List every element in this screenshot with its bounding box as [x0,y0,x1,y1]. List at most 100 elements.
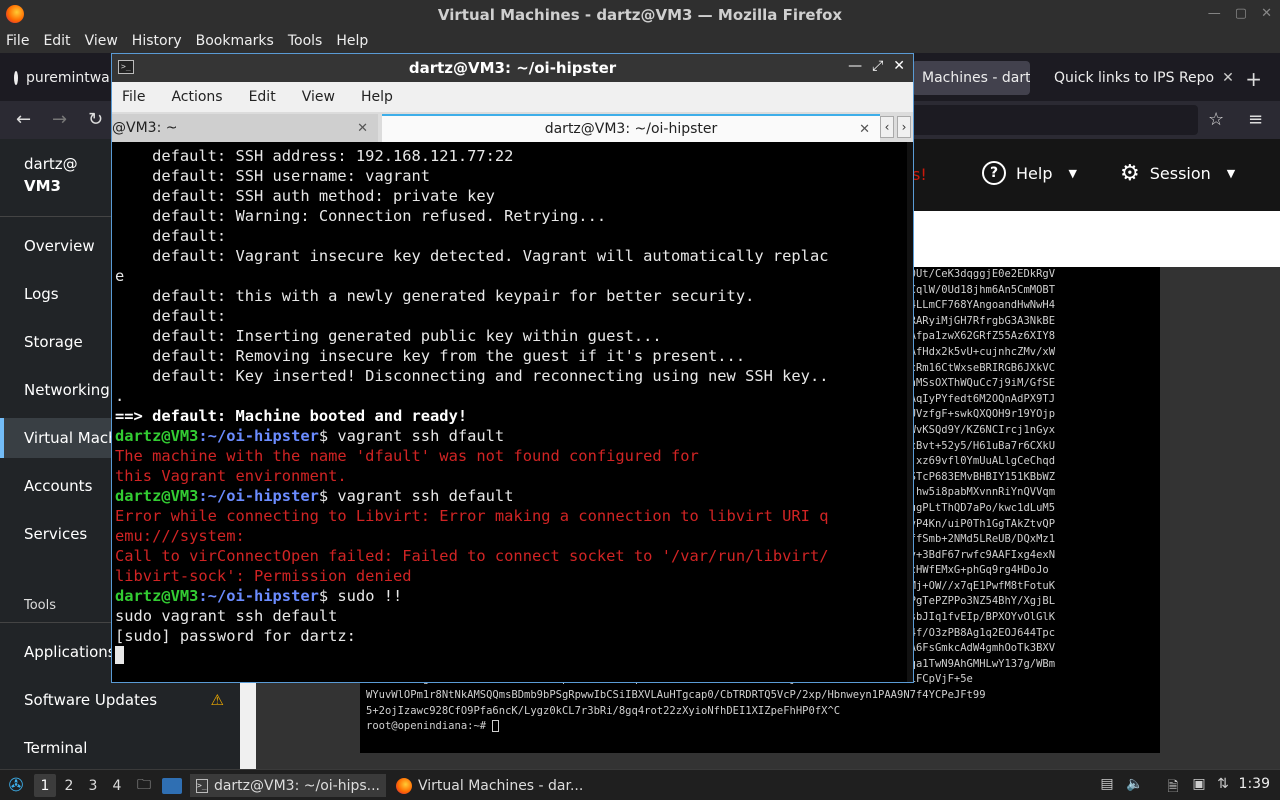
taskbar-window-terminal[interactable]: >_ dartz@VM3: ~/oi-hips... [190,774,386,797]
terminal-scrollbar[interactable] [907,142,913,682]
session-menu-button[interactable]: ⚙ Session ▼ [1120,161,1235,186]
terminal-tabbar: @VM3: ~ ✕ dartz@VM3: ~/oi-hipster ✕ ‹ › [112,112,913,142]
terminal-line: default: this with a newly generated key… [115,287,755,305]
tab-close-icon[interactable]: ✕ [1222,70,1232,86]
terminal-line: default: Vagrant insecure key detected. … [115,247,829,265]
tab-puremintwa[interactable]: puremintwa [4,61,112,95]
terminal-line-booted: ==> default: Machine booted and ready! [115,407,468,425]
menu-edit[interactable]: Edit [249,89,276,105]
screenshot-icon[interactable]: ▣ [1190,776,1208,794]
bookmark-star-icon[interactable]: ☆ [1208,109,1224,130]
tab-virtual-machines[interactable]: Machines - dart ✕ [912,61,1030,95]
sidebar-item-label: Software Updates [24,691,158,709]
volume-icon[interactable]: 🔈 [1126,776,1144,794]
maximize-icon[interactable]: ▢ [1235,6,1247,21]
menu-help[interactable]: Help [336,33,368,49]
prompt-path: :~/oi-hipster [198,427,319,445]
help-menu-button[interactable]: ? Help ▼ [982,161,1077,185]
terminal-titlebar[interactable]: >_ dartz@VM3: ~/oi-hipster — ⤢ ✕ [112,54,913,82]
menu-help[interactable]: Help [361,89,393,105]
network-icon[interactable]: ⇅ [1214,776,1232,794]
terminal-line: e [115,267,125,285]
caret-down-icon: ▼ [1226,167,1236,180]
caret-down-icon: ▼ [1068,166,1077,180]
tab-close-icon[interactable]: ✕ [859,122,870,137]
warning-icon: ⚠ [210,691,224,709]
taskbar: ✇ 1 2 3 4 🗀 >_ dartz@VM3: ~/oi-hips... V… [0,769,1280,800]
vm-console-prompt: root@openindiana:~# [366,719,1154,735]
minimize-icon[interactable]: — [848,58,862,74]
firefox-menubar: File Edit View History Bookmarks Tools H… [0,29,1280,53]
tab-close-icon[interactable]: ✕ [357,121,368,136]
back-icon[interactable]: ← [16,109,31,130]
github-icon [14,71,18,85]
minimize-icon[interactable]: — [1208,6,1221,21]
menu-view[interactable]: View [302,89,335,105]
workspace-1[interactable]: 1 [34,774,56,797]
sidebar-item-label: Virtual Mach [24,429,118,447]
close-icon[interactable]: ✕ [1261,6,1272,21]
terminal-input-line [115,646,910,666]
terminal-line: default: [115,227,227,245]
workspace-2[interactable]: 2 [58,774,80,797]
menu-file[interactable]: File [122,89,145,105]
help-icon: ? [982,161,1006,185]
header-warning-text: s! [912,165,927,184]
menu-file[interactable]: File [6,33,29,49]
terminal-window: >_ dartz@VM3: ~/oi-hipster — ⤢ ✕ File Ac… [111,53,914,683]
vm-console-cursor [492,720,500,733]
menu-actions[interactable]: Actions [171,89,222,105]
terminal-app-icon: >_ [196,778,208,793]
terminal-command-line: dartz@VM3:~/oi-hipster$ sudo !! [115,586,910,606]
terminal-tab-oi-hipster[interactable]: dartz@VM3: ~/oi-hipster ✕ [382,114,880,142]
menu-edit[interactable]: Edit [43,33,70,49]
host-name[interactable]: VM3 [24,177,61,195]
close-icon[interactable]: ✕ [893,58,905,74]
sidebar-item-label: Logs [24,285,59,303]
command-text: $ sudo !! [318,587,403,605]
maximize-icon[interactable]: ⤢ [872,58,883,74]
new-tab-icon[interactable]: + [1245,67,1262,91]
tab-label: dartz@VM3: ~/oi-hipster [544,121,718,137]
file-manager-icon[interactable]: 🗀 [134,774,154,797]
workspace-3[interactable]: 3 [82,774,104,797]
terminal-line: default: Inserting generated public key … [115,327,662,345]
forward-icon[interactable]: → [52,109,67,130]
sidebar-item-software-updates[interactable]: Software Updates ⚠ [0,680,240,720]
tab-scroll-left-icon[interactable]: ‹ [880,116,894,138]
terminal-window-controls: — ⤢ ✕ [848,58,905,74]
sidebar-item-label: Overview [24,237,95,255]
terminal-tab-home[interactable]: @VM3: ~ ✕ [112,114,378,142]
terminal-error-line: The machine with the name 'dfault' was n… [115,447,699,465]
tab-scroll-right-icon[interactable]: › [897,116,911,138]
terminal-line: default: SSH auth method: private key [115,187,495,205]
clipboard-icon[interactable]: ▤ [1098,776,1116,794]
terminal-error-line: Error while connecting to Libvirt: Error… [115,507,829,525]
reload-icon[interactable]: ↻ [88,109,103,130]
vm-prompt-text: root@openindiana:~# [366,720,493,733]
taskbar-window-firefox[interactable]: Virtual Machines - dar... [390,774,590,797]
menu-tools[interactable]: Tools [288,33,323,49]
terminal-line: default: Key inserted! Disconnecting and… [115,367,829,385]
vm-console-line: 5+2ojIzawc928CfO9Pfa6ncK/Lygz0kCL7r3bRi/… [366,704,841,717]
sidebar-item-label: Applications [24,643,116,661]
workspace-4[interactable]: 4 [106,774,128,797]
prompt-path: :~/oi-hipster [198,587,319,605]
terminal-output[interactable]: default: SSH address: 192.168.121.77:22 … [112,142,913,682]
show-desktop-icon[interactable] [162,774,184,797]
menu-bookmarks[interactable]: Bookmarks [196,33,274,49]
app-launcher-icon[interactable]: ✇ [6,774,26,797]
taskbar-window-label: dartz@VM3: ~/oi-hips... [213,777,380,794]
hamburger-menu-icon[interactable]: ≡ [1248,109,1263,130]
sidebar-item-terminal[interactable]: Terminal [0,728,240,768]
menu-view[interactable]: View [85,33,118,49]
sidebar-item-label: Accounts [24,477,93,495]
menu-history[interactable]: History [132,33,182,49]
tab-label: Quick links to IPS Repo [1054,70,1215,86]
tab-quick-links[interactable]: Quick links to IPS Repo ✕ [1036,61,1232,95]
tab-label: Machines - dart [922,70,1030,86]
tab-label: puremintwa [26,70,110,86]
prompt-user: dartz@VM3 [115,487,199,505]
terminal-window-title: dartz@VM3: ~/oi-hipster [408,59,617,77]
notes-icon[interactable]: 🗎 [1164,776,1182,795]
